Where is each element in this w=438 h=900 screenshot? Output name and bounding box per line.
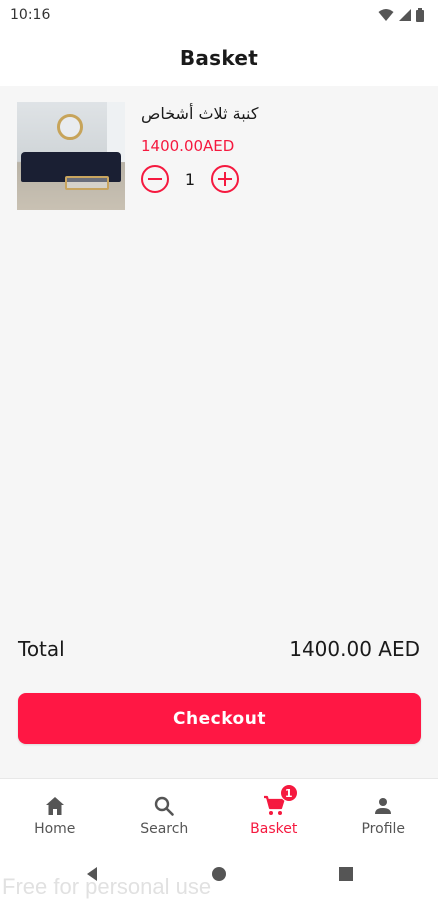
quantity-stepper: 1	[141, 165, 258, 193]
total-label: Total	[18, 637, 65, 661]
product-image-table	[65, 176, 109, 190]
profile-icon	[375, 798, 392, 814]
home-icon	[45, 797, 64, 815]
signal-icon	[399, 9, 411, 21]
cart-badge: 1	[279, 784, 298, 802]
cart-item-name: كنبة ثلاث أشخاص	[141, 104, 259, 123]
cart-item: كنبة ثلاث أشخاص 1400.00AED 1	[17, 102, 421, 210]
battery-icon	[416, 8, 424, 22]
system-navigation-bar	[0, 848, 438, 900]
basket-content: كنبة ثلاث أشخاص 1400.00AED 1 Total 1400.…	[0, 86, 438, 778]
bottom-navigation: Home Search 1 Basket Profile	[0, 778, 438, 848]
page-title: Basket	[179, 46, 259, 70]
total-row: Total 1400.00 AED	[18, 637, 420, 661]
decrease-quantity-button[interactable]	[141, 165, 169, 193]
increase-quantity-button[interactable]	[211, 165, 239, 193]
product-image[interactable]	[17, 102, 125, 210]
wifi-icon	[378, 9, 394, 21]
search-icon	[155, 796, 175, 816]
home-circle-icon[interactable]	[211, 866, 227, 882]
nav-label-home: Home	[34, 821, 76, 837]
nav-item-profile[interactable]: Profile	[329, 779, 438, 848]
app-header: Basket	[0, 30, 438, 86]
recents-icon[interactable]	[338, 866, 354, 882]
total-value: 1400.00 AED	[289, 637, 420, 661]
nav-item-home[interactable]: Home	[0, 779, 110, 848]
nav-item-search[interactable]: Search	[110, 779, 220, 848]
nav-label-search: Search	[140, 821, 189, 837]
nav-label-profile: Profile	[361, 821, 406, 837]
nav-label-basket: Basket	[250, 821, 298, 837]
cart-item-info: كنبة ثلاث أشخاص 1400.00AED 1	[141, 102, 258, 210]
product-image-mirror	[57, 114, 83, 140]
nav-item-basket[interactable]: 1 Basket	[219, 779, 329, 848]
back-icon[interactable]	[84, 866, 100, 882]
status-time: 10:16	[10, 7, 51, 23]
checkout-button[interactable]: Checkout	[18, 693, 421, 744]
status-icons	[378, 8, 424, 22]
status-bar: 10:16	[0, 0, 438, 30]
cart-icon-wrapper: 1	[262, 784, 298, 818]
quantity-value: 1	[184, 169, 196, 189]
cart-item-price: 1400.00AED	[141, 137, 235, 155]
